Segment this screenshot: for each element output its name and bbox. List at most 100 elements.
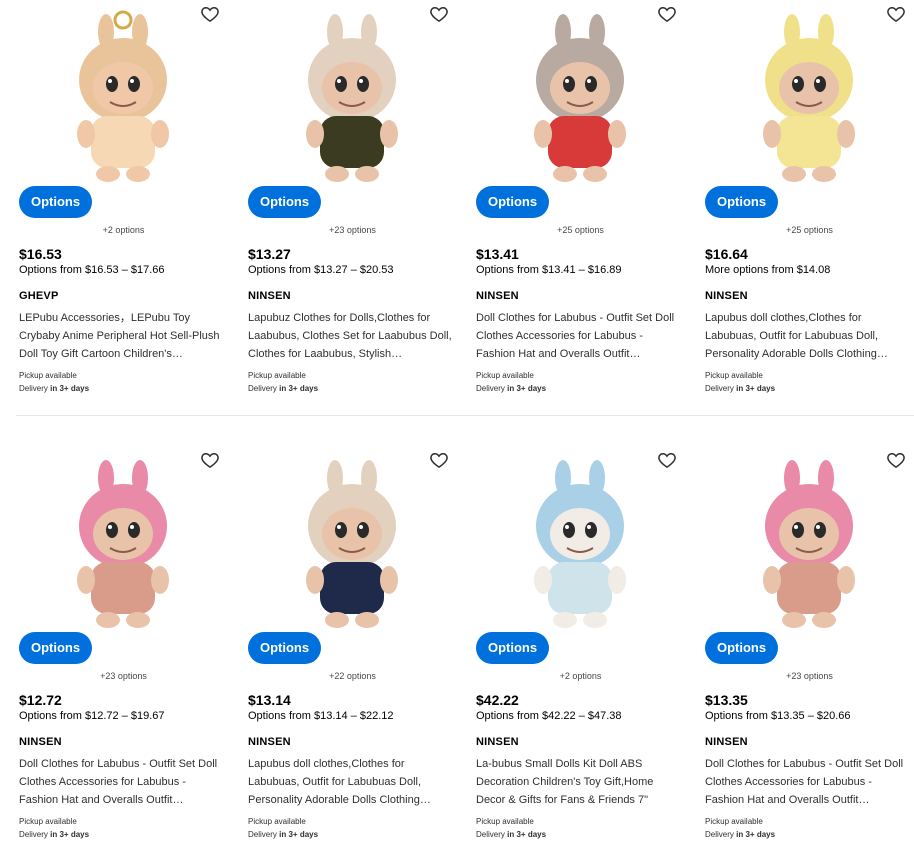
heart-icon[interactable] xyxy=(657,4,677,24)
price-range: Options from $13.14 – $22.12 xyxy=(248,710,394,722)
pickup-status: Pickup available xyxy=(248,371,306,380)
delivery-time: in 3+ days xyxy=(50,384,90,393)
product-card[interactable]: Options +25 options $13.41 Options from $13… xyxy=(457,0,685,416)
product-title[interactable]: La-bubus Small Dolls Kit Doll ABS Decora… xyxy=(476,755,681,809)
product-price: $16.64 xyxy=(705,246,748,262)
product-image[interactable] xyxy=(475,0,685,200)
price-range: Options from $13.27 – $20.53 xyxy=(248,264,394,276)
more-options-count: +23 options xyxy=(786,671,833,681)
delivery-time: in 3+ days xyxy=(279,384,319,393)
options-button[interactable]: Options xyxy=(19,632,93,664)
delivery-info: Delivery in 3+ days xyxy=(248,384,318,393)
product-card[interactable]: Options +25 options $16.64 More options fro… xyxy=(686,0,914,416)
options-button[interactable]: Options xyxy=(476,186,550,218)
product-image[interactable] xyxy=(704,0,914,200)
product-price: $13.35 xyxy=(705,692,748,708)
heart-icon[interactable] xyxy=(886,4,906,24)
delivery-label: Delivery xyxy=(248,384,277,393)
product-price: $16.53 xyxy=(19,246,62,262)
row-divider xyxy=(16,415,914,416)
delivery-info: Delivery in 3+ days xyxy=(19,830,89,839)
pickup-status: Pickup available xyxy=(19,371,77,380)
product-title[interactable]: Lapubus doll clothes,Clothes for Labubua… xyxy=(248,755,453,809)
product-title[interactable]: Lapubuz Clothes for Dolls,Clothes for La… xyxy=(248,309,453,363)
options-button[interactable]: Options xyxy=(705,186,779,218)
doll-image xyxy=(287,456,417,636)
product-image[interactable] xyxy=(18,0,228,200)
heart-icon[interactable] xyxy=(429,4,449,24)
heart-icon[interactable] xyxy=(657,450,677,470)
options-button[interactable]: Options xyxy=(19,186,93,218)
delivery-label: Delivery xyxy=(19,830,48,839)
delivery-info: Delivery in 3+ days xyxy=(705,830,775,839)
pickup-status: Pickup available xyxy=(248,817,306,826)
delivery-time: in 3+ days xyxy=(736,830,776,839)
heart-icon[interactable] xyxy=(886,450,906,470)
pickup-status: Pickup available xyxy=(476,817,534,826)
product-card[interactable]: Options +2 options $42.22 Options from $42.… xyxy=(457,446,685,862)
product-title[interactable]: Lapubus doll clothes,Clothes for Labubua… xyxy=(705,309,910,363)
options-button[interactable]: Options xyxy=(476,632,550,664)
product-card[interactable]: Options +23 options $12.72 Options from $12… xyxy=(0,446,228,862)
doll-image xyxy=(744,10,874,190)
delivery-time: in 3+ days xyxy=(50,830,90,839)
heart-icon[interactable] xyxy=(429,450,449,470)
product-card[interactable]: Options +23 options $13.27 Options from $13… xyxy=(229,0,457,416)
price-range: Options from $12.72 – $19.67 xyxy=(19,710,165,722)
more-options-count: +2 options xyxy=(559,671,602,681)
options-button[interactable]: Options xyxy=(248,186,322,218)
product-price: $13.14 xyxy=(248,692,291,708)
delivery-time: in 3+ days xyxy=(736,384,776,393)
product-image[interactable] xyxy=(475,446,685,646)
heart-icon[interactable] xyxy=(200,4,220,24)
doll-image xyxy=(744,456,874,636)
brand-name: NINSEN xyxy=(476,736,519,748)
product-image[interactable] xyxy=(18,446,228,646)
options-button[interactable]: Options xyxy=(705,632,779,664)
brand-name: GHEVP xyxy=(19,290,59,302)
brand-name: NINSEN xyxy=(705,736,748,748)
product-title[interactable]: Doll Clothes for Labubus - Outfit Set Do… xyxy=(705,755,910,809)
more-options-count: +25 options xyxy=(557,225,604,235)
more-options-count: +23 options xyxy=(329,225,376,235)
doll-image xyxy=(58,10,188,190)
brand-name: NINSEN xyxy=(476,290,519,302)
price-range: Options from $16.53 – $17.66 xyxy=(19,264,165,276)
price-range: Options from $13.35 – $20.66 xyxy=(705,710,851,722)
product-card[interactable]: Options +23 options $13.35 Options from $13… xyxy=(686,446,914,862)
delivery-info: Delivery in 3+ days xyxy=(476,830,546,839)
product-price: $13.27 xyxy=(248,246,291,262)
delivery-info: Delivery in 3+ days xyxy=(19,384,89,393)
price-range: Options from $13.41 – $16.89 xyxy=(476,264,622,276)
more-options-count: +25 options xyxy=(786,225,833,235)
more-options-count: +23 options xyxy=(100,671,147,681)
delivery-time: in 3+ days xyxy=(507,384,547,393)
pickup-status: Pickup available xyxy=(705,371,763,380)
brand-name: NINSEN xyxy=(705,290,748,302)
doll-image xyxy=(515,456,645,636)
product-title[interactable]: Doll Clothes for Labubus - Outfit Set Do… xyxy=(19,755,224,809)
doll-image xyxy=(287,10,417,190)
product-image[interactable] xyxy=(704,446,914,646)
product-image[interactable] xyxy=(247,446,457,646)
product-card[interactable]: Options +22 options $13.14 Options from $13… xyxy=(229,446,457,862)
product-image[interactable] xyxy=(247,0,457,200)
heart-icon[interactable] xyxy=(200,450,220,470)
product-grid: Options +2 options $16.53 Options from $16.… xyxy=(0,0,914,839)
delivery-label: Delivery xyxy=(476,384,505,393)
product-title[interactable]: LEPubu Accessories，LEPubu Toy Crybaby An… xyxy=(19,309,224,363)
more-options-count: +2 options xyxy=(102,225,145,235)
product-price: $12.72 xyxy=(19,692,62,708)
product-title[interactable]: Doll Clothes for Labubus - Outfit Set Do… xyxy=(476,309,681,363)
product-card[interactable]: Options +2 options $16.53 Options from $16.… xyxy=(0,0,228,416)
options-button[interactable]: Options xyxy=(248,632,322,664)
delivery-label: Delivery xyxy=(705,830,734,839)
pickup-status: Pickup available xyxy=(19,817,77,826)
brand-name: NINSEN xyxy=(19,736,62,748)
more-options-count: +22 options xyxy=(329,671,376,681)
doll-image xyxy=(58,456,188,636)
pickup-status: Pickup available xyxy=(705,817,763,826)
brand-name: NINSEN xyxy=(248,290,291,302)
delivery-label: Delivery xyxy=(476,830,505,839)
price-range: More options from $14.08 xyxy=(705,264,831,276)
